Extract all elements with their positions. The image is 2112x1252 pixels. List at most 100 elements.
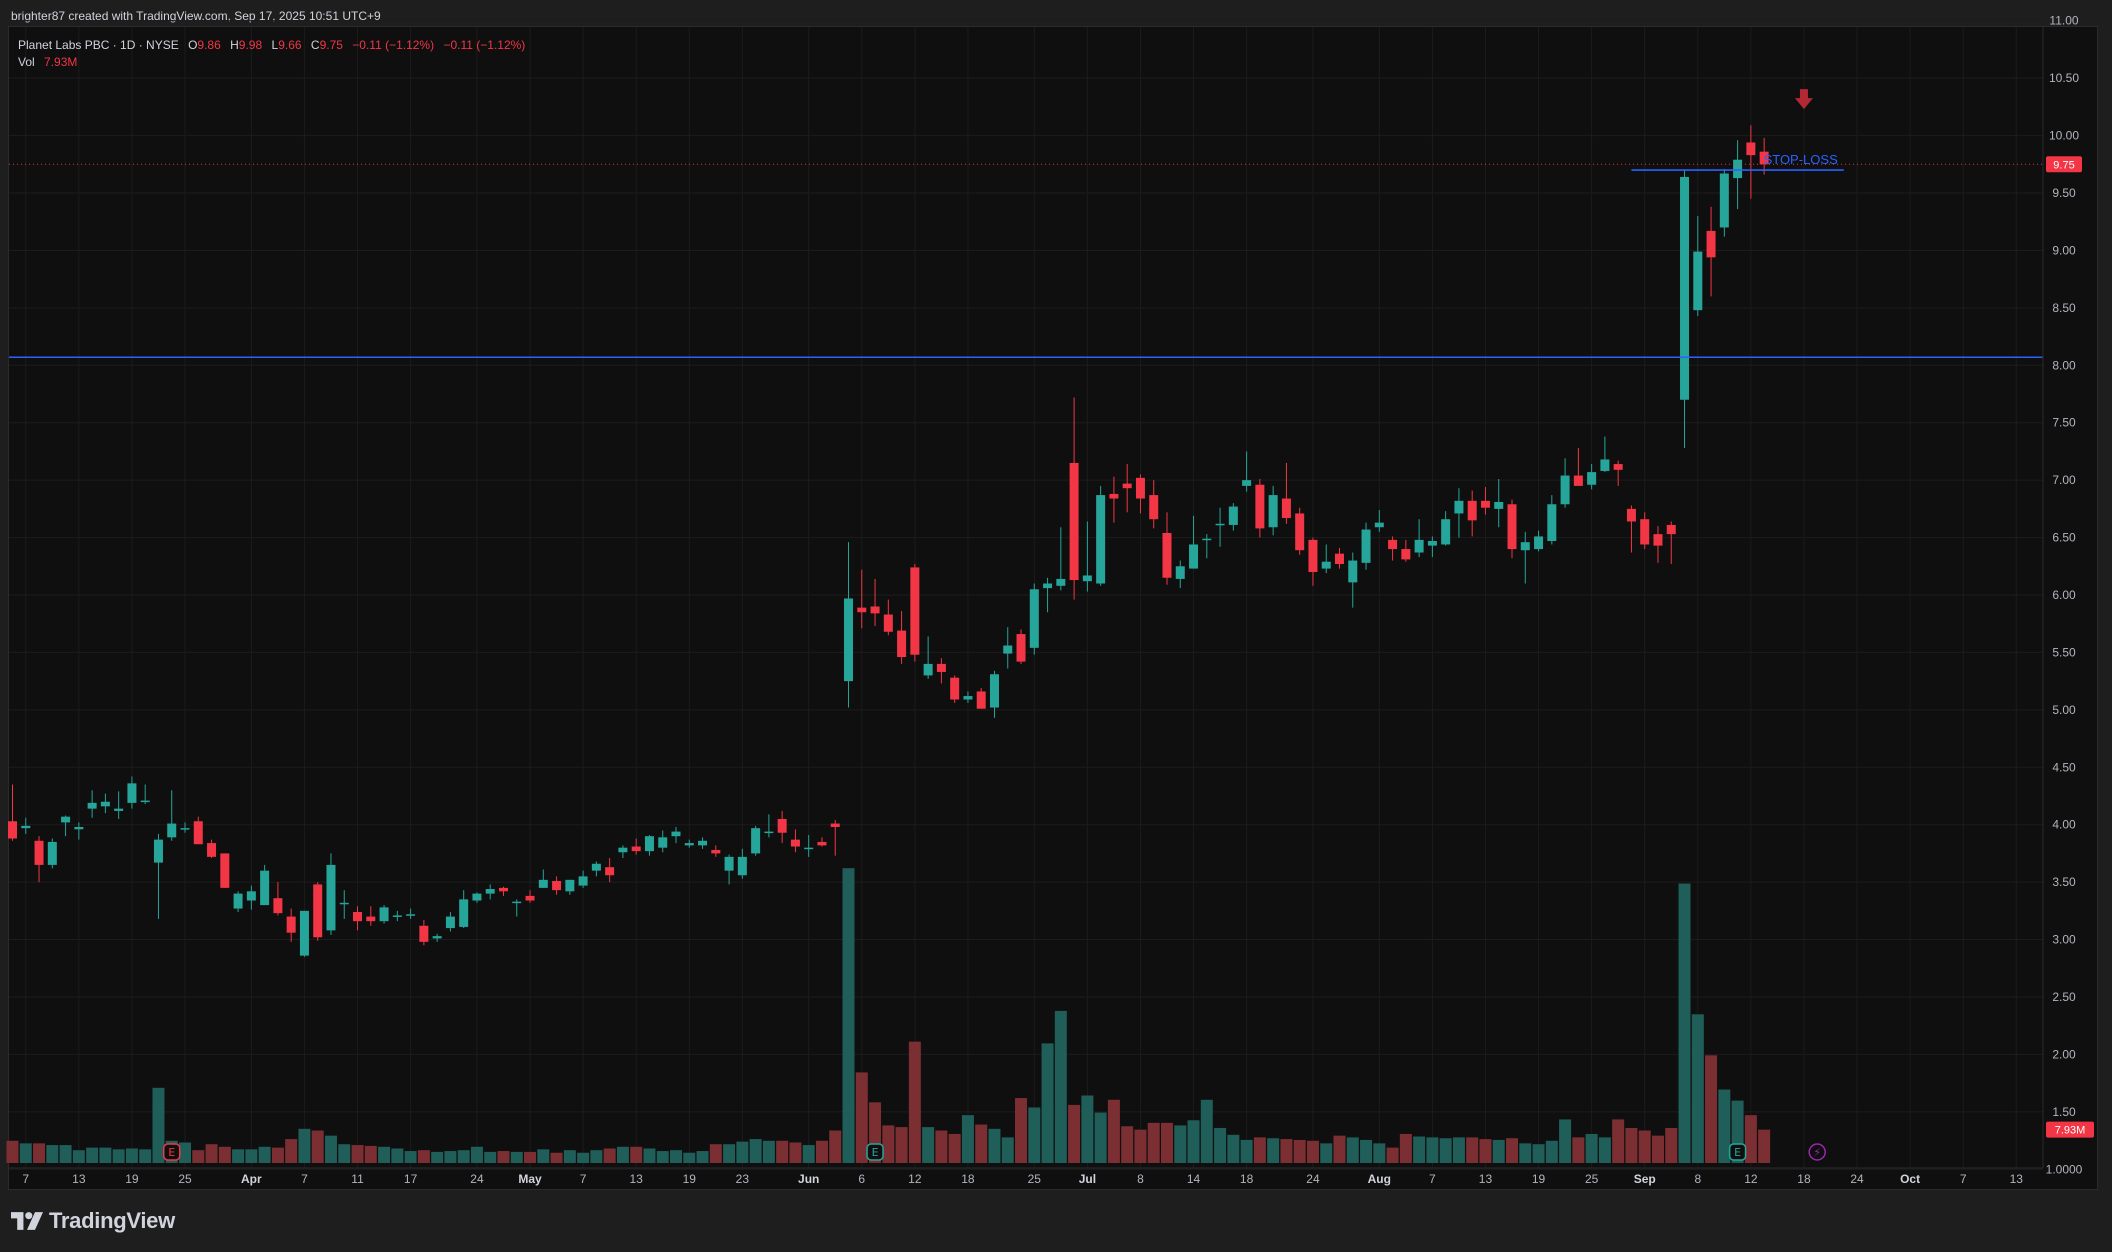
y-tick-label: 10.00 bbox=[2049, 129, 2079, 143]
volume-bar bbox=[271, 1147, 284, 1163]
volume-bar bbox=[1054, 1010, 1067, 1163]
volume-bar bbox=[829, 1130, 842, 1163]
volume-bar bbox=[1452, 1137, 1465, 1163]
y-tick-label: 7.50 bbox=[2052, 416, 2076, 430]
candle-body bbox=[751, 828, 761, 854]
candle-body bbox=[1043, 583, 1053, 589]
volume-bar bbox=[1479, 1139, 1492, 1163]
candle-body bbox=[1255, 484, 1265, 529]
legend-high-value: 9.98 bbox=[238, 38, 263, 52]
x-tick-label: 18 bbox=[1797, 1172, 1811, 1186]
y-tick-label: 11.00 bbox=[2049, 14, 2078, 28]
volume-bar bbox=[1532, 1144, 1545, 1163]
volume-bar bbox=[524, 1151, 537, 1163]
x-tick-label: 7 bbox=[580, 1172, 587, 1186]
volume-bar bbox=[988, 1128, 1001, 1163]
x-tick-label: Aug bbox=[1368, 1172, 1391, 1186]
legend-symbol: Planet Labs PBC · 1D · NYSE bbox=[18, 38, 179, 52]
candle-body bbox=[605, 867, 615, 876]
volume-bar bbox=[1001, 1137, 1014, 1163]
candle-body bbox=[1374, 522, 1384, 528]
y-tick-label: 4.00 bbox=[2052, 818, 2076, 832]
x-tick-label: Sep bbox=[1634, 1172, 1656, 1186]
x-tick-label: 18 bbox=[961, 1172, 975, 1186]
volume-bar bbox=[1651, 1135, 1664, 1163]
y-tick-label: 4.50 bbox=[2052, 760, 2076, 774]
candle-body bbox=[419, 925, 429, 942]
candle-body bbox=[1295, 513, 1305, 551]
candle-body bbox=[830, 823, 840, 827]
volume-bar bbox=[1466, 1137, 1479, 1163]
volume-bar bbox=[1121, 1126, 1134, 1163]
candle-body bbox=[1228, 506, 1238, 525]
last-price-label: 9.75 bbox=[2053, 159, 2074, 171]
candle-body bbox=[1149, 495, 1159, 520]
candle-body bbox=[936, 663, 946, 672]
volume-bar bbox=[537, 1149, 550, 1163]
candle-body bbox=[711, 849, 721, 854]
volume-bar bbox=[470, 1146, 483, 1163]
x-tick-label: 13 bbox=[2010, 1172, 2024, 1186]
volume-bar bbox=[776, 1140, 789, 1163]
volume-bar bbox=[975, 1124, 988, 1163]
volume-bar bbox=[935, 1130, 948, 1163]
candle-body bbox=[498, 887, 508, 892]
volume-bar bbox=[46, 1145, 59, 1163]
legend-price-row: Planet Labs PBC · 1D · NYSE O9.86 H9.98 … bbox=[18, 37, 525, 54]
candle-body bbox=[366, 916, 376, 922]
volume-bar bbox=[1413, 1136, 1426, 1163]
candle-body bbox=[472, 893, 482, 901]
volume-bar bbox=[205, 1144, 218, 1163]
price-chart[interactable]: STOP-LOSS E E E ⚡ 11.00 10.50 10.00 9.50 9.00 8.50… bbox=[0, 0, 2112, 1252]
tradingview-logo[interactable]: TradingView bbox=[11, 1208, 175, 1234]
x-tick-label: 18 bbox=[1240, 1172, 1254, 1186]
volume-bar bbox=[311, 1130, 324, 1163]
volume-bar bbox=[683, 1152, 696, 1163]
volume-bar bbox=[484, 1151, 497, 1163]
volume-bar bbox=[1253, 1137, 1266, 1163]
volume-bar bbox=[948, 1133, 961, 1163]
volume-bar bbox=[1200, 1099, 1213, 1163]
candle-body bbox=[591, 863, 601, 871]
candle-body bbox=[1308, 539, 1318, 573]
legend-low-value: 9.66 bbox=[278, 38, 302, 52]
legend-volume-label: Vol bbox=[18, 55, 35, 69]
candle-body bbox=[1494, 501, 1504, 509]
candle-body bbox=[658, 837, 668, 848]
x-tick-label: 7 bbox=[22, 1172, 29, 1186]
x-tick-label: 25 bbox=[1028, 1172, 1042, 1186]
volume-bar bbox=[1160, 1122, 1173, 1163]
y-tick-label: 8.50 bbox=[2052, 301, 2076, 315]
candle-body bbox=[1427, 541, 1437, 546]
candle-body bbox=[1003, 645, 1013, 654]
tradingview-logo-text: TradingView bbox=[49, 1208, 175, 1233]
candle-body bbox=[1693, 251, 1703, 311]
volume-bar bbox=[1346, 1137, 1359, 1163]
event-label: E bbox=[1734, 1146, 1741, 1159]
x-tick-label: 7 bbox=[1429, 1172, 1436, 1186]
x-tick-label: May bbox=[518, 1172, 542, 1186]
volume-bar bbox=[1293, 1139, 1306, 1163]
x-tick-label: 19 bbox=[683, 1172, 697, 1186]
volume-bar bbox=[1545, 1140, 1558, 1163]
candle-body bbox=[406, 914, 416, 916]
candle-body bbox=[1281, 498, 1291, 519]
volume-bar bbox=[1585, 1133, 1598, 1163]
volume-bar bbox=[1519, 1143, 1532, 1163]
volume-bar bbox=[1718, 1089, 1731, 1163]
legend-open-value: 9.86 bbox=[197, 38, 221, 52]
volume-bar bbox=[961, 1115, 974, 1163]
candle-body bbox=[923, 663, 933, 676]
candle-body bbox=[963, 696, 973, 700]
volume-bar bbox=[351, 1145, 364, 1163]
volume-bar bbox=[1306, 1140, 1319, 1163]
candle-body bbox=[167, 823, 177, 838]
volume-bar bbox=[1678, 883, 1691, 1163]
volume-bar bbox=[577, 1152, 590, 1163]
legend-high-label: H bbox=[230, 38, 239, 52]
candle-body bbox=[1507, 504, 1517, 550]
volume-bar bbox=[882, 1125, 895, 1163]
x-tick-label: 25 bbox=[178, 1172, 192, 1186]
candle-body bbox=[817, 841, 827, 846]
candle-body bbox=[1202, 538, 1212, 541]
